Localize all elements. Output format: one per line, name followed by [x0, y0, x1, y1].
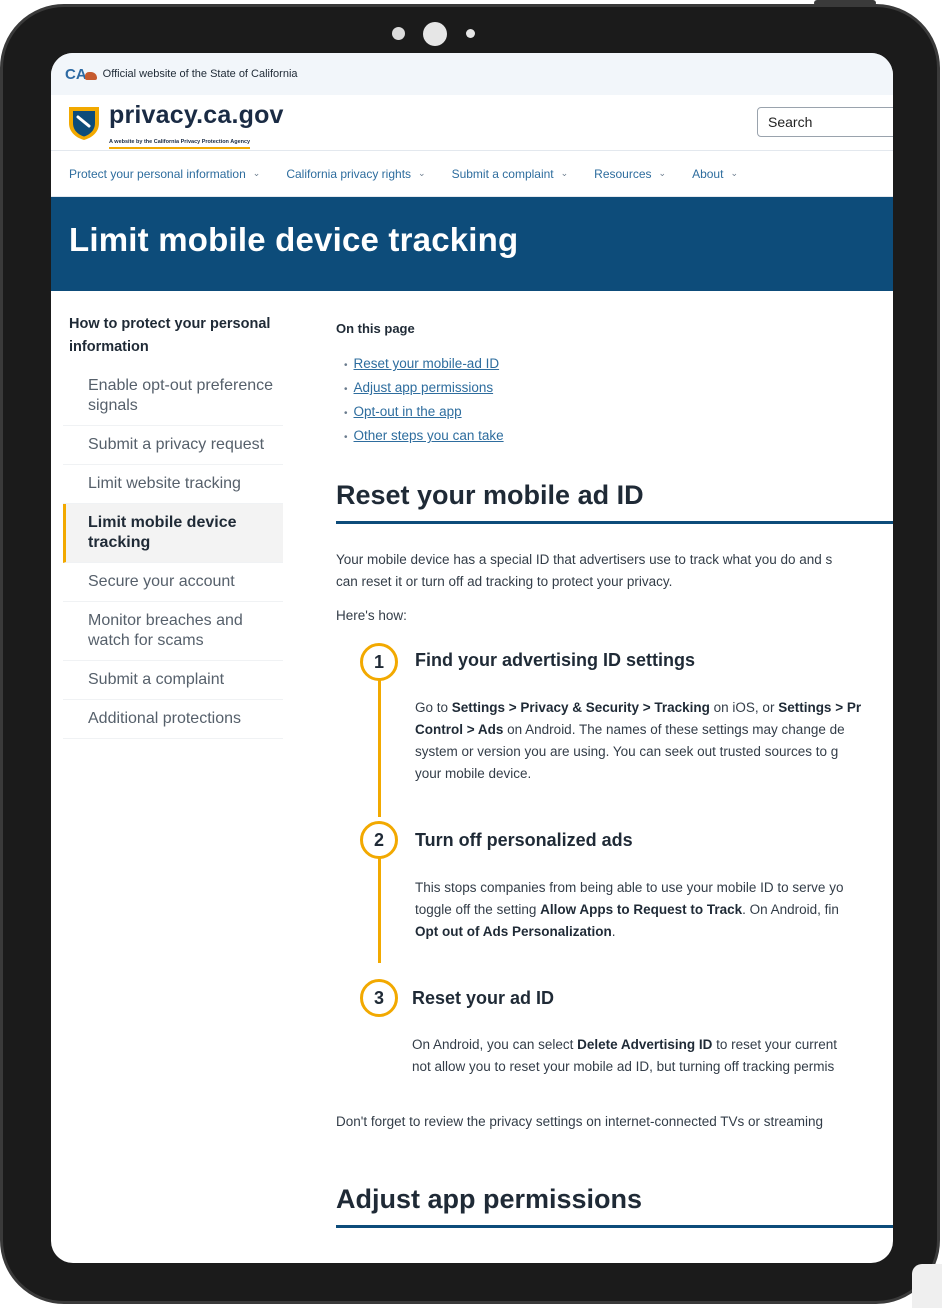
sidebar-title[interactable]: How to protect your personal information — [63, 313, 283, 359]
sidebar-item-opt-out-signals[interactable]: Enable opt-out preference signals — [63, 367, 283, 426]
toc-link-opt-out-app[interactable]: • Opt-out in the app — [336, 401, 893, 425]
chevron-down-icon: ⌄ — [730, 168, 738, 178]
step-body-2: This stops companies from being able to … — [415, 880, 844, 939]
step-title-3: Reset your ad ID — [412, 988, 555, 1008]
site-header: privacy.ca.gov A website by the Californ… — [51, 95, 893, 151]
nav-about[interactable]: About ⌄ — [692, 167, 738, 181]
toc-link-reset-id[interactable]: • Reset your mobile-ad ID — [336, 353, 893, 377]
nav-privacy-rights[interactable]: California privacy rights ⌄ — [286, 167, 425, 181]
sidebar-nav: How to protect your personal information… — [63, 313, 283, 739]
chevron-down-icon: ⌄ — [418, 168, 426, 178]
main-content: On this page • Reset your mobile-ad ID • A… — [336, 321, 893, 1228]
main-nav: Protect your personal information ⌄ Calif… — [51, 151, 893, 197]
site-name: privacy.ca.gov — [109, 101, 284, 129]
screen: CA Official website of the State of Cali… — [51, 53, 893, 1263]
toc-link-app-permissions[interactable]: • Adjust app permissions — [336, 377, 893, 401]
shield-logo-icon[interactable] — [67, 104, 101, 142]
steps-list: 1 Find your advertising ID settings Go t… — [358, 627, 893, 1097]
sidebar-item-privacy-request[interactable]: Submit a privacy request — [63, 426, 283, 465]
step-title-1: Find your advertising ID settings — [415, 650, 696, 670]
howto-label: Here's how: — [336, 608, 407, 623]
sidebar-item-secure-account[interactable]: Secure your account — [63, 563, 283, 602]
step-connector — [378, 657, 381, 817]
sidebar-item-additional-protections[interactable]: Additional protections — [63, 700, 283, 739]
corner-tab — [912, 1264, 942, 1308]
chevron-down-icon: ⌄ — [252, 168, 261, 178]
sensor-dot — [466, 29, 475, 38]
site-tagline: A website by the California Privacy Prot… — [109, 139, 251, 149]
ca-state-logo: CA — [65, 66, 97, 83]
camera-lens — [423, 22, 447, 46]
step-body-1: Go to Settings > Privacy & Security > Tr… — [415, 700, 862, 781]
toc-title: On this page — [336, 321, 415, 336]
chevron-down-icon: ⌄ — [658, 168, 667, 178]
official-banner-text: Official website of the State of Califor… — [102, 68, 298, 80]
sensor-dot — [392, 27, 405, 40]
bullet-icon: • — [344, 408, 348, 419]
step-number-3: 3 — [360, 979, 398, 1017]
footer-note: Don't forget to review the privacy setti… — [336, 1114, 824, 1129]
section-heading-app-permissions: Adjust app permissions — [336, 1184, 893, 1228]
chevron-down-icon: ⌄ — [560, 168, 569, 178]
intro-paragraph: Your mobile device has a special ID that… — [336, 552, 833, 589]
page-title: Limit mobile device tracking — [69, 221, 519, 258]
nav-protect-info[interactable]: Protect your personal information ⌄ — [69, 167, 260, 181]
official-banner: CA Official website of the State of Cali… — [51, 53, 893, 95]
step-number-2: 2 — [360, 821, 398, 859]
bullet-icon: • — [344, 384, 348, 395]
sidebar-item-mobile-tracking[interactable]: Limit mobile device tracking — [63, 504, 283, 563]
step-number-1: 1 — [360, 643, 398, 681]
sidebar-item-submit-complaint[interactable]: Submit a complaint — [63, 661, 283, 700]
search-input[interactable]: Search — [757, 107, 893, 137]
section-heading-reset-id: Reset your mobile ad ID — [336, 480, 893, 524]
toc-link-other-steps[interactable]: • Other steps you can take — [336, 425, 893, 449]
nav-submit-complaint[interactable]: Submit a complaint ⌄ — [452, 167, 569, 181]
site-brand[interactable]: privacy.ca.gov A website by the Californ… — [109, 101, 284, 149]
step-title-2: Turn off personalized ads — [415, 830, 633, 850]
sidebar-item-monitor-breaches[interactable]: Monitor breaches and watch for scams — [63, 602, 283, 661]
step-body-3: On Android, you can select Delete Advert… — [412, 1037, 837, 1074]
bullet-icon: • — [344, 432, 348, 443]
volume-button — [814, 0, 876, 6]
bullet-icon: • — [344, 360, 348, 371]
sidebar-item-website-tracking[interactable]: Limit website tracking — [63, 465, 283, 504]
page-hero: Limit mobile device tracking — [51, 197, 893, 291]
nav-resources[interactable]: Resources ⌄ — [594, 167, 666, 181]
